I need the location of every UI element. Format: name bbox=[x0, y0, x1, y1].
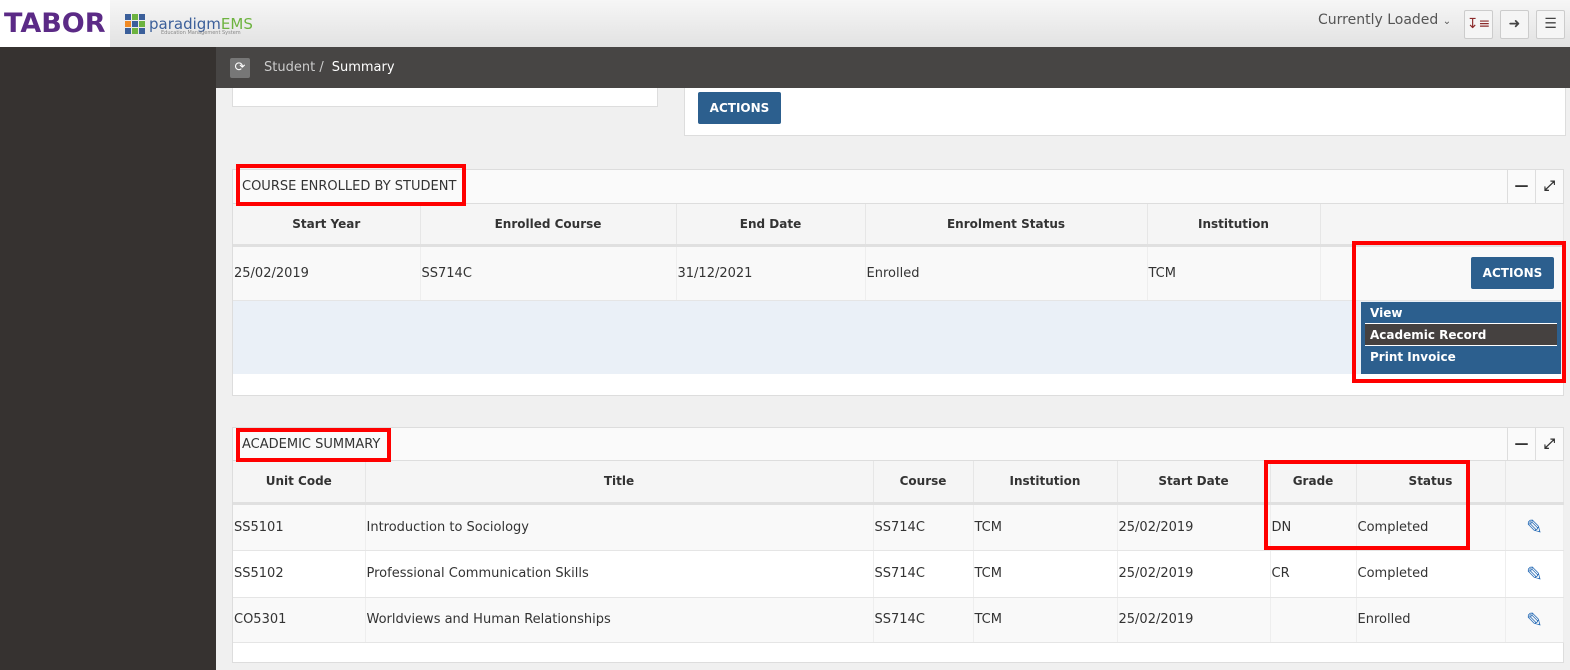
expand-icon[interactable]: ⤢ bbox=[1535, 170, 1563, 203]
institution: TCM bbox=[973, 503, 1118, 551]
paradigm-ems-logo: paradigmEMS Education Management System bbox=[125, 10, 253, 38]
unit-code: SS5101 bbox=[233, 503, 366, 551]
institution: TCM bbox=[1147, 245, 1321, 301]
grade bbox=[1270, 597, 1357, 643]
status: Completed bbox=[1356, 550, 1506, 598]
unit-title: Worldviews and Human Relationships bbox=[365, 597, 874, 643]
breadcrumb-separator: / bbox=[319, 60, 324, 75]
minimize-icon[interactable]: — bbox=[1507, 428, 1535, 461]
currently-loaded-label: Currently Loaded bbox=[1318, 12, 1439, 28]
end-date: 31/12/2021 bbox=[676, 245, 866, 301]
sort-icon: ↧≡ bbox=[1466, 16, 1491, 32]
edit-icon[interactable]: ✎ bbox=[1505, 597, 1564, 643]
edit-icon[interactable]: ✎ bbox=[1505, 503, 1564, 551]
col-enrolled-course[interactable]: Enrolled Course bbox=[420, 204, 677, 247]
edit-icon[interactable]: ✎ bbox=[1505, 550, 1564, 598]
highlight-box bbox=[1352, 241, 1566, 383]
start-date: 25/02/2019 bbox=[1117, 503, 1271, 551]
col-course[interactable]: Course bbox=[873, 461, 974, 505]
status: Enrolled bbox=[1356, 597, 1506, 643]
col-enrolment-status[interactable]: Enrolment Status bbox=[865, 204, 1148, 247]
unit-code: SS5102 bbox=[233, 550, 366, 598]
highlight-box bbox=[1264, 460, 1470, 550]
info-panel-right bbox=[684, 88, 1566, 136]
grade: CR bbox=[1270, 550, 1357, 598]
sort-button[interactable]: ↧≡ bbox=[1464, 10, 1493, 39]
info-panel-left bbox=[232, 88, 658, 107]
table-row: CO5301 Worldviews and Human Relationship… bbox=[233, 597, 1564, 643]
enrolled-course: SS714C bbox=[420, 245, 677, 301]
logout-icon: ➜ bbox=[1508, 16, 1521, 32]
breadcrumb-current: Summary bbox=[331, 60, 395, 75]
unit-title: Introduction to Sociology bbox=[365, 503, 874, 551]
panel-header: ACADEMIC SUMMARY — ⤢ bbox=[233, 428, 1563, 461]
unit-title: Professional Communication Skills bbox=[365, 550, 874, 598]
highlight-box bbox=[236, 428, 391, 462]
unit-code: CO5301 bbox=[233, 597, 366, 643]
logo-grid-icon bbox=[125, 14, 145, 34]
sidebar bbox=[0, 47, 216, 670]
course: SS714C bbox=[873, 503, 974, 551]
course: SS714C bbox=[873, 597, 974, 643]
top-bar: TABOR paradigmEMS Education Management S… bbox=[0, 0, 1570, 47]
tabor-logo: TABOR bbox=[0, 0, 110, 47]
highlight-box bbox=[236, 164, 466, 206]
logo-subtitle: Education Management System bbox=[161, 30, 241, 36]
course: SS714C bbox=[873, 550, 974, 598]
institution: TCM bbox=[973, 550, 1118, 598]
start-year: 25/02/2019 bbox=[233, 245, 421, 301]
refresh-icon[interactable]: ⟳ bbox=[230, 57, 250, 78]
menu-icon: ☰ bbox=[1544, 16, 1557, 32]
minimize-icon[interactable]: — bbox=[1507, 170, 1535, 203]
breadcrumb-student[interactable]: Student bbox=[264, 60, 315, 75]
col-title[interactable]: Title bbox=[365, 461, 874, 505]
col-institution[interactable]: Institution bbox=[1147, 204, 1321, 247]
currently-loaded-dropdown[interactable]: Currently Loaded ⌄ bbox=[1318, 12, 1451, 28]
logout-button[interactable]: ➜ bbox=[1500, 10, 1529, 39]
breadcrumb: ⟳ Student / Summary bbox=[216, 47, 1570, 88]
expand-icon[interactable]: ⤢ bbox=[1535, 428, 1563, 461]
table-row: SS5102 Professional Communication Skills… bbox=[233, 550, 1564, 598]
col-start-year[interactable]: Start Year bbox=[233, 204, 421, 247]
institution: TCM bbox=[973, 597, 1118, 643]
col-edit bbox=[1505, 461, 1564, 505]
top-actions-button[interactable]: ACTIONS bbox=[698, 92, 781, 124]
chevron-down-icon: ⌄ bbox=[1442, 16, 1452, 27]
menu-button[interactable]: ☰ bbox=[1536, 10, 1565, 39]
col-unit-code[interactable]: Unit Code bbox=[233, 461, 366, 505]
col-start-date[interactable]: Start Date bbox=[1117, 461, 1271, 505]
col-institution[interactable]: Institution bbox=[973, 461, 1118, 505]
start-date: 25/02/2019 bbox=[1117, 550, 1271, 598]
start-date: 25/02/2019 bbox=[1117, 597, 1271, 643]
col-actions bbox=[1320, 204, 1564, 247]
col-end-date[interactable]: End Date bbox=[676, 204, 866, 247]
enrolment-status: Enrolled bbox=[865, 245, 1148, 301]
